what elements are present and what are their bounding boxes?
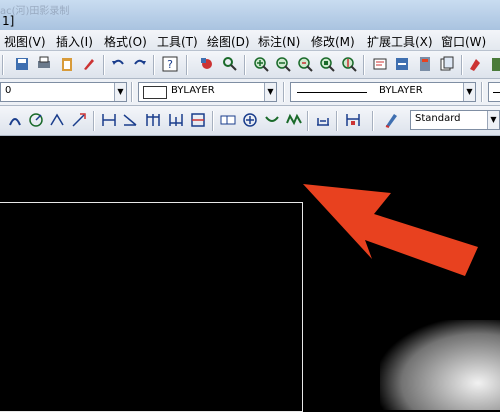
toolbar-separator [131, 82, 132, 102]
qleader-icon[interactable] [70, 111, 88, 129]
toolbar-separator [212, 111, 213, 131]
linetype-value: BYLAYER [379, 85, 423, 96]
qsave-icon[interactable] [13, 55, 31, 73]
redo-icon[interactable] [131, 55, 149, 73]
menu-view[interactable]: 视图(V) [4, 33, 46, 50]
paste-icon[interactable] [58, 55, 76, 73]
toolbar-separator [372, 111, 373, 131]
menu-dimension[interactable]: 标注(N) [258, 33, 300, 50]
text-style-icon[interactable] [382, 111, 400, 129]
calculator-icon[interactable] [488, 55, 500, 73]
menu-window[interactable]: 窗口(W) [441, 33, 486, 50]
toolbar-separator [283, 82, 284, 102]
toolbar-separator [307, 111, 308, 131]
center-mark-icon[interactable] [241, 111, 259, 129]
toolbar-separator [103, 55, 104, 75]
undo-icon[interactable] [109, 55, 127, 73]
help-icon[interactable]: ? [161, 55, 179, 73]
text-style-control[interactable]: Standard ▼ [410, 110, 500, 130]
chevron-down-icon[interactable]: ▼ [463, 83, 475, 101]
toolbar-separator [93, 111, 94, 131]
dim-jogged-icon[interactable] [48, 111, 66, 129]
dimension-toolbar: Standard ▼ [0, 106, 500, 136]
dim-edit-icon[interactable] [263, 111, 281, 129]
dim-radius-icon[interactable] [27, 111, 45, 129]
design-center-icon[interactable] [393, 55, 411, 73]
sheet-set-icon[interactable] [438, 55, 456, 73]
dim-linear-icon[interactable] [100, 111, 118, 129]
markup-icon[interactable] [466, 55, 484, 73]
dim-text-edit-icon[interactable] [285, 111, 303, 129]
color-swatch [143, 86, 167, 99]
toolbar-separator [481, 82, 482, 102]
svg-text:?: ? [167, 58, 173, 71]
layer-value: 0 [5, 85, 12, 96]
text-style-value: Standard [415, 113, 461, 124]
zoom-extents-icon[interactable] [340, 55, 358, 73]
linetype-control[interactable]: BYLAYER ▼ [290, 82, 476, 102]
quick-dim-icon[interactable] [189, 111, 207, 129]
menu-bar: 视图(V) 插入(I) 格式(O) 工具(T) 绘图(D) 标注(N) 修改(M… [0, 30, 500, 51]
zoom-in-icon[interactable] [252, 55, 270, 73]
toolbar-separator [244, 55, 245, 75]
drawing-rectangle [0, 202, 303, 412]
pan-icon[interactable] [198, 55, 216, 73]
tolerance-icon[interactable] [219, 111, 237, 129]
zoom-realtime-icon[interactable] [221, 55, 239, 73]
chevron-down-icon[interactable]: ▼ [114, 83, 126, 101]
layer-control[interactable]: 0 ▼ [0, 82, 127, 102]
toolbar-separator [336, 111, 337, 131]
menu-format[interactable]: 格式(O) [104, 33, 147, 50]
properties-toolbar: 0 ▼ BYLAYER ▼ BYLAYER ▼ [0, 79, 500, 106]
brush-icon[interactable] [80, 55, 98, 73]
menu-express-tools[interactable]: 扩展工具(X) [367, 33, 433, 50]
window-title: 1] [2, 14, 15, 28]
screen-glare [380, 320, 500, 410]
toolbar-separator [461, 55, 462, 75]
toolbar-separator [186, 55, 187, 75]
dim-update-icon[interactable] [314, 111, 332, 129]
color-control[interactable]: BYLAYER ▼ [138, 82, 277, 102]
menu-modify[interactable]: 修改(M) [311, 33, 355, 50]
menu-tools[interactable]: 工具(T) [157, 33, 198, 50]
menu-draw[interactable]: 绘图(D) [207, 33, 250, 50]
dim-aligned-icon[interactable] [121, 111, 139, 129]
linetype-preview [297, 92, 367, 93]
zoom-window-icon[interactable] [318, 55, 336, 73]
tool-palette-icon[interactable] [416, 55, 434, 73]
chevron-down-icon[interactable]: ▼ [264, 83, 276, 101]
zoom-out-icon[interactable] [274, 55, 292, 73]
lineweight-control[interactable] [488, 82, 500, 102]
toolbar-separator [2, 55, 3, 75]
title-bar: ac(河)田影录制 1] [0, 0, 500, 31]
dim-continue-icon[interactable] [167, 111, 185, 129]
zoom-previous-icon[interactable] [296, 55, 314, 73]
standard-toolbar: ? [0, 51, 500, 79]
print-icon[interactable] [35, 55, 53, 73]
dim-arc-length-icon[interactable] [6, 111, 24, 129]
properties-icon[interactable] [371, 55, 389, 73]
toolbar-separator [153, 55, 154, 75]
menu-insert[interactable]: 插入(I) [56, 33, 93, 50]
toolbar-separator [363, 55, 364, 75]
lineweight-preview [493, 92, 500, 93]
dim-baseline-icon[interactable] [144, 111, 162, 129]
color-value: BYLAYER [171, 85, 215, 96]
dim-style-icon[interactable] [344, 111, 362, 129]
chevron-down-icon[interactable]: ▼ [487, 111, 499, 129]
